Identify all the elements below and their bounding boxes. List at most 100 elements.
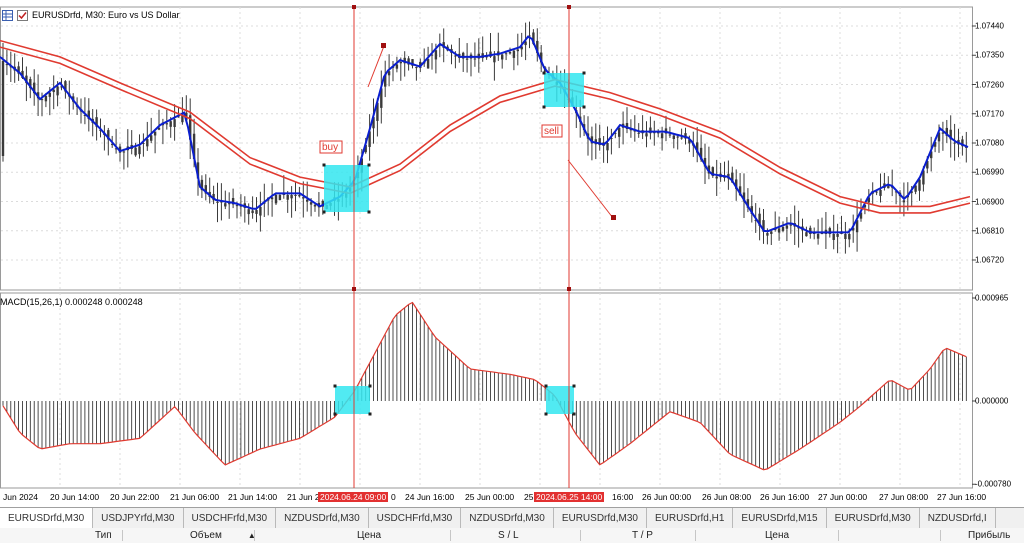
symbol-tab[interactable]: USDCHFrfd,M30 xyxy=(369,508,462,528)
column-separator[interactable] xyxy=(940,530,941,541)
candle-body xyxy=(781,226,785,231)
box-handle[interactable] xyxy=(367,163,371,167)
box-handle[interactable] xyxy=(542,105,546,109)
symbol-tab[interactable]: EURUSDrfd,M15 xyxy=(733,508,827,528)
buy-zone-box[interactable] xyxy=(324,165,369,212)
price-axis-label: 1.07350 xyxy=(975,50,1004,60)
time-axis-label: 26 Jun 00:00 xyxy=(642,492,692,502)
line-handle[interactable] xyxy=(567,287,571,291)
chart-grid-icon[interactable] xyxy=(2,9,13,21)
candle-body xyxy=(395,64,399,69)
buy-arrow-head xyxy=(381,43,386,48)
sell-macd-box[interactable] xyxy=(546,386,574,414)
time-axis-label: 20 Jun 22:00 xyxy=(110,492,160,502)
symbol-tab[interactable]: EURUSDrfd,M30 xyxy=(827,508,920,528)
column-separator[interactable] xyxy=(450,530,451,541)
symbol-tab[interactable]: USDJPYrfd,M30 xyxy=(93,508,184,528)
box-handle[interactable] xyxy=(544,384,548,388)
candle-body xyxy=(169,121,172,127)
box-handle[interactable] xyxy=(572,384,576,388)
candle-body xyxy=(302,197,305,199)
symbol-tab[interactable]: USDCHFrfd,M30 xyxy=(184,508,277,528)
column-separator[interactable] xyxy=(254,530,255,541)
column-header-label: T / P xyxy=(632,530,653,541)
box-handle[interactable] xyxy=(322,210,326,214)
box-handle[interactable] xyxy=(367,210,371,214)
candle-body xyxy=(56,86,59,96)
box-handle[interactable] xyxy=(368,412,372,416)
candle-body xyxy=(298,195,301,197)
symbol-tab[interactable]: EURUSDrfd,M30 xyxy=(0,508,94,528)
macd-axis-label: 0.000965 xyxy=(975,293,1009,303)
box-handle[interactable] xyxy=(582,105,586,109)
candle-body xyxy=(290,195,293,199)
symbol-tab[interactable]: EURUSDrfd,H1 xyxy=(647,508,734,528)
candle-body xyxy=(465,58,469,60)
symbol-tab[interactable]: NZDUSDrfd,I xyxy=(920,508,996,528)
line-handle[interactable] xyxy=(567,5,571,9)
column-header[interactable]: Цена xyxy=(765,528,789,543)
sell-target-arrow[interactable] xyxy=(567,159,614,219)
buy-label[interactable]: buy xyxy=(322,142,338,153)
candle-body xyxy=(224,203,227,207)
candle-body xyxy=(668,134,672,136)
column-header[interactable]: Прибыль xyxy=(968,528,1010,543)
box-handle[interactable] xyxy=(322,163,326,167)
box-handle[interactable] xyxy=(368,384,372,388)
box-handle[interactable] xyxy=(542,71,546,75)
column-header[interactable]: Цена xyxy=(357,528,381,543)
column-header-label: S / L xyxy=(498,530,519,541)
box-handle[interactable] xyxy=(582,71,586,75)
column-separator[interactable] xyxy=(580,530,581,541)
time-axis-label: 20 Jun 14:00 xyxy=(50,492,100,502)
time-axis-cursor-label: 2024.06.25 14:00 xyxy=(534,492,605,502)
line-handle[interactable] xyxy=(352,287,356,291)
candle-body xyxy=(832,234,835,240)
sell-arrow-head xyxy=(611,215,616,220)
symbol-tab[interactable]: EURUSDrfd,M30 xyxy=(554,508,647,528)
chart-area[interactable]: buy sell EURUSDrfd, M30: Euro vs US Dolla… xyxy=(0,0,1024,507)
candle-body xyxy=(875,191,878,193)
box-handle[interactable] xyxy=(572,412,576,416)
line-handle[interactable] xyxy=(352,5,356,9)
sell-label[interactable]: sell xyxy=(544,126,559,137)
sell-zone-box[interactable] xyxy=(544,73,584,107)
buy-macd-box[interactable] xyxy=(335,386,370,414)
checkbox-icon[interactable] xyxy=(17,9,28,21)
candle-body xyxy=(399,62,402,64)
box-handle[interactable] xyxy=(333,412,337,416)
price-axis-label: 1.06720 xyxy=(975,255,1004,265)
fast-ma-line xyxy=(0,35,969,234)
candle-body xyxy=(44,95,48,102)
candle-body xyxy=(228,203,231,205)
candle-body xyxy=(309,202,313,205)
time-axis-label: 27 Jun 08:00 xyxy=(879,492,929,502)
chart-canvas[interactable]: buy sell xyxy=(0,0,1024,507)
column-header[interactable]: T / P xyxy=(632,528,653,543)
box-handle[interactable] xyxy=(333,384,337,388)
column-header[interactable]: Тип xyxy=(95,528,112,543)
column-separator[interactable] xyxy=(695,530,696,541)
time-axis-label: 0 xyxy=(391,492,396,502)
candle-body xyxy=(660,133,664,139)
macd-signal-line xyxy=(2,301,967,471)
symbol-tab[interactable]: NZDUSDrfd,M30 xyxy=(461,508,554,528)
price-axis-label: 1.07260 xyxy=(975,80,1004,89)
candle-body xyxy=(770,231,773,234)
symbol-tab[interactable]: NZDUSDrfd,M30 xyxy=(276,508,369,528)
time-axis-label: 26 Jun 16:00 xyxy=(760,492,810,502)
time-axis-label: 21 Jun 06:00 xyxy=(170,492,220,502)
column-header[interactable]: S / L xyxy=(498,528,519,543)
column-separator[interactable] xyxy=(122,530,123,541)
candle-body xyxy=(504,53,508,55)
candle-body xyxy=(173,119,176,128)
column-header[interactable]: Объем ▲ xyxy=(190,528,256,543)
column-separator[interactable] xyxy=(838,530,839,541)
box-handle[interactable] xyxy=(544,412,548,416)
candle-body xyxy=(278,195,282,201)
candle-body xyxy=(645,133,648,137)
price-axis-label: 1.07080 xyxy=(975,138,1004,148)
candle-body xyxy=(473,58,477,60)
candle-body xyxy=(415,67,418,69)
candle-body xyxy=(165,123,168,125)
